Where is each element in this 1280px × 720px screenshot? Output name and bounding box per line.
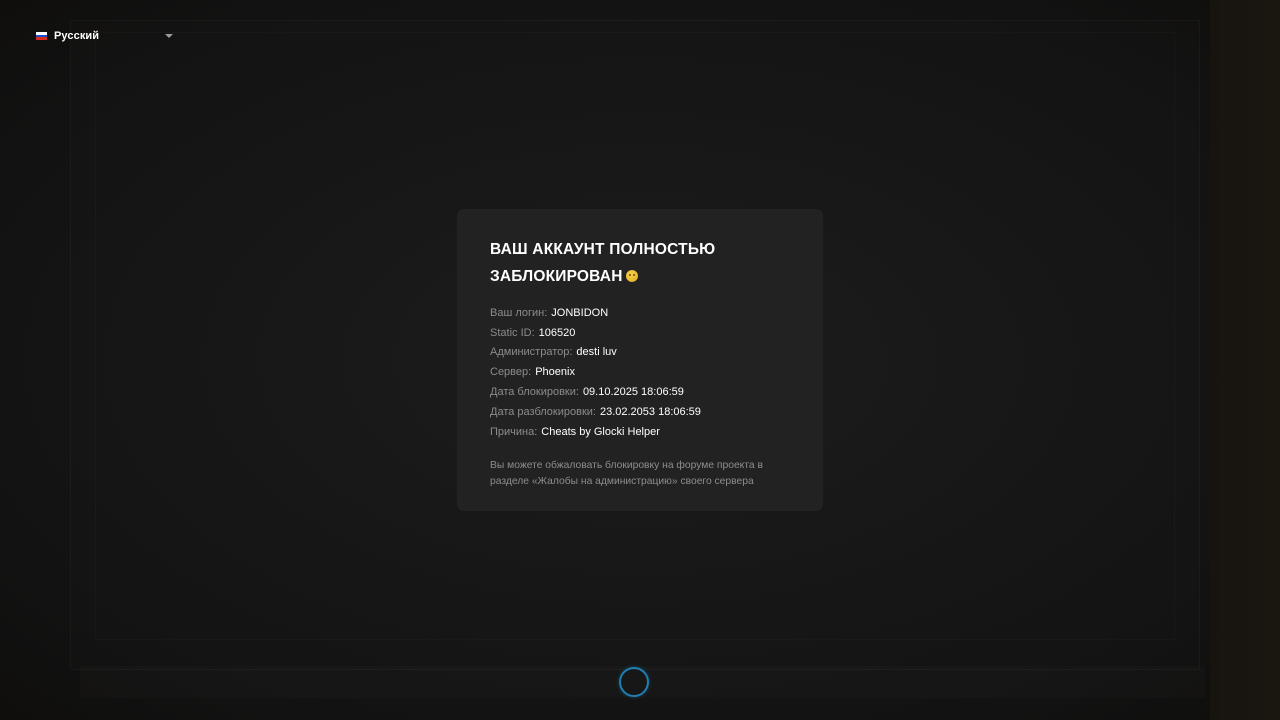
russia-flag-icon [36,32,47,41]
pleading-face-emoji-icon [625,270,638,282]
detail-row-login: Ваш логин: JONBIDON [490,303,790,323]
loading-spinner-icon [619,667,649,697]
detail-label: Причина: [490,425,538,438]
detail-label: Static ID: [490,326,535,339]
detail-value: JONBIDON [551,306,609,319]
detail-label: Дата разблокировки: [490,405,596,418]
language-label: Русский [54,30,100,42]
ban-title-line1: ВАШ АККАУНТ ПОЛНОСТЬЮ [490,241,716,258]
detail-value: desti luv [576,346,617,359]
ban-title: ВАШ АККАУНТ ПОЛНОСТЬЮ ЗАБЛОКИРОВАН [490,236,780,290]
detail-label: Администратор: [490,346,573,359]
ban-title-line2: ЗАБЛОКИРОВАН [490,268,623,285]
detail-row-ban-date: Дата блокировки: 09.10.2025 18:06:59 [490,382,790,402]
ban-notice-card: ВАШ АККАУНТ ПОЛНОСТЬЮ ЗАБЛОКИРОВАН Ваш л… [457,209,823,511]
detail-row-reason: Причина: Cheats by Glocki Helper [490,422,790,442]
detail-value: 23.02.2053 18:06:59 [599,405,701,418]
detail-value: 09.10.2025 18:06:59 [582,386,684,399]
language-selector[interactable]: Русский [36,26,176,46]
detail-row-static-id: Static ID: 106520 [490,323,790,343]
background-right-edge [1210,0,1280,720]
detail-label: Ваш логин: [490,306,548,319]
detail-value: Cheats by Glocki Helper [541,425,660,438]
detail-label: Сервер: [490,366,532,379]
detail-row-unban-date: Дата разблокировки: 23.02.2053 18:06:59 [490,402,790,422]
detail-value: Phoenix [535,366,575,379]
detail-value: 106520 [538,326,576,339]
detail-label: Дата блокировки: [490,386,579,399]
chevron-down-icon[interactable] [165,34,173,38]
detail-row-server: Сервер: Phoenix [490,362,790,382]
ban-details: Ваш логин: JONBIDON Static ID: 106520 Ад… [490,303,790,442]
detail-row-administrator: Администратор: desti luv [490,343,790,363]
appeal-note: Вы можете обжаловать блокировку на форум… [490,459,763,487]
